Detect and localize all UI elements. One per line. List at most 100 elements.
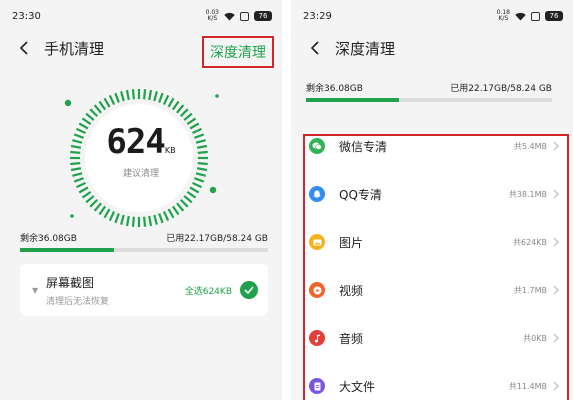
category-label: 大文件 xyxy=(339,379,376,394)
ring-tick xyxy=(108,211,116,222)
category-item-qq[interactable]: QQ专清 共38.1MB xyxy=(305,170,567,218)
category-size: 共1.7MB xyxy=(513,285,547,295)
ring-tick xyxy=(81,190,92,199)
ring-tick xyxy=(171,205,180,216)
ring-tick xyxy=(158,92,164,103)
chevron-right-icon xyxy=(553,140,561,152)
status-bar: 23:30 0.03 K/S 76 xyxy=(0,0,282,32)
card-title: 屏幕截图 xyxy=(46,275,95,290)
page-title: 深度清理 xyxy=(335,39,396,58)
storage-bar-fill xyxy=(306,98,400,102)
ring-tick xyxy=(167,97,175,108)
phone-deep-clean-screen: 23:29 0.18 K/S 76 深度清理 剩余36.08GB 已用22.17… xyxy=(291,0,573,400)
select-all-label[interactable]: 全选624KB xyxy=(185,284,232,297)
category-size: 共11.4MB xyxy=(508,381,547,391)
image-icon xyxy=(309,234,325,250)
category-item-images[interactable]: 图片 共624KB xyxy=(305,218,567,266)
chevron-right-icon xyxy=(553,380,561,392)
video-icon xyxy=(309,282,325,298)
ring-tick xyxy=(189,186,200,194)
ring-tick xyxy=(103,97,111,108)
ring-tick xyxy=(120,91,125,102)
file-icon xyxy=(309,378,325,394)
ring-tick xyxy=(183,195,193,204)
ring-tick xyxy=(153,91,158,102)
ring-tick xyxy=(89,198,99,208)
back-arrow-icon[interactable] xyxy=(305,38,325,58)
check-icon[interactable] xyxy=(240,281,258,299)
battery-icon: 76 xyxy=(254,11,272,21)
ring-tick xyxy=(176,104,185,114)
ring-tick xyxy=(148,89,153,101)
category-label: QQ专清 xyxy=(339,187,382,202)
ring-tick xyxy=(98,205,107,216)
title-bar: 深度清理 xyxy=(291,32,573,64)
card-subtitle: 清理后无法恢复 xyxy=(46,296,110,307)
status-time: 23:29 xyxy=(303,10,332,22)
ring-tick xyxy=(93,202,102,212)
deep-clean-button[interactable]: 深度清理 xyxy=(202,36,274,68)
ring-tick xyxy=(197,162,208,166)
sim-icon xyxy=(531,11,540,21)
category-label: 图片 xyxy=(339,235,364,250)
ring-tick xyxy=(131,89,135,100)
category-item-audio[interactable]: 音频 共0KB xyxy=(305,314,567,362)
screenshot-card[interactable]: ▼ 屏幕截图 清理后无法恢复 全选624KB xyxy=(20,264,268,316)
category-size: 共624KB xyxy=(512,237,547,247)
qq-icon xyxy=(309,186,325,202)
ring-dot xyxy=(215,94,219,98)
ring-tick xyxy=(162,94,170,105)
ring-tick xyxy=(78,186,89,194)
category-size: 共5.4MB xyxy=(513,141,547,151)
chevron-right-icon xyxy=(553,188,561,200)
ring-tick xyxy=(143,89,147,100)
ring-tick xyxy=(85,195,95,204)
storage-used: 已用22.17GB/58.24 GB xyxy=(450,84,552,94)
back-arrow-icon[interactable] xyxy=(14,38,34,58)
ring-tick xyxy=(171,100,180,111)
junk-size-unit: KB xyxy=(164,146,176,155)
ring-tick xyxy=(186,190,197,199)
storage-bar-fill xyxy=(20,248,115,252)
ring-tick xyxy=(167,208,175,219)
category-item-large-files[interactable]: 大文件 共11.4MB xyxy=(305,362,567,400)
storage-summary: 剩余36.08GB 已用22.17GB/58.24 GB xyxy=(306,81,552,102)
category-list: 微信专清 共5.4MB QQ专清 共38.1MB 图片 共624KB 视频 共1… xyxy=(303,134,569,400)
ring-tick xyxy=(162,211,170,222)
expand-caret-icon[interactable]: ▼ xyxy=(32,286,44,295)
ring-tick xyxy=(179,198,189,208)
category-item-videos[interactable]: 视频 共1.7MB xyxy=(305,266,567,314)
storage-remaining: 剩余36.08GB xyxy=(306,84,363,94)
ring-tick xyxy=(153,214,158,225)
wifi-icon xyxy=(224,12,235,21)
wifi-icon xyxy=(515,12,526,21)
category-item-wechat[interactable]: 微信专清 共5.4MB xyxy=(305,122,567,170)
ring-tick xyxy=(85,112,95,121)
status-time: 23:30 xyxy=(12,10,41,22)
ring-tick xyxy=(103,208,111,219)
storage-used: 已用22.17GB/58.24 GB xyxy=(166,234,268,244)
junk-size-value: 624KB xyxy=(106,122,176,162)
chevron-right-icon xyxy=(553,236,561,248)
ring-tick xyxy=(192,181,203,189)
category-label: 微信专清 xyxy=(339,139,388,154)
wechat-icon xyxy=(309,138,325,154)
ring-tick xyxy=(93,104,102,114)
category-label: 视频 xyxy=(339,283,364,298)
ring-tick xyxy=(108,94,116,105)
ring-tick xyxy=(176,202,185,212)
ring-tick xyxy=(114,213,120,224)
status-bar: 23:29 0.18 K/S 76 xyxy=(291,0,573,32)
music-icon xyxy=(309,330,325,346)
junk-size-ring: 624KB 建议清理 xyxy=(0,78,282,228)
ring-caption: 建议清理 xyxy=(122,169,159,179)
ring-dot xyxy=(209,186,217,194)
ring-tick xyxy=(70,162,81,166)
network-speed: 0.18 K/S xyxy=(496,9,510,22)
ring-tick xyxy=(143,216,147,227)
storage-bar xyxy=(20,248,268,252)
ring-tick xyxy=(125,215,130,227)
status-icons: 0.18 K/S 76 xyxy=(497,10,563,22)
ring-tick xyxy=(183,112,193,121)
category-label: 音频 xyxy=(339,331,364,346)
